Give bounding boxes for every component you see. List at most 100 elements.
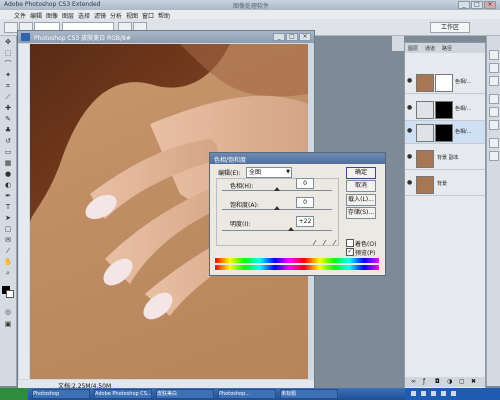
layer-row[interactable]: ● 色相/... <box>405 98 485 121</box>
tray-icon[interactable] <box>451 391 456 396</box>
actions-panel-icon[interactable] <box>489 151 499 161</box>
tray-icon[interactable] <box>441 391 446 396</box>
gradient-tool-icon[interactable]: ▦ <box>2 159 14 168</box>
doc-minimize-button[interactable]: _ <box>273 33 285 41</box>
adjustment-thumbnail <box>416 101 434 119</box>
preview-label: 预览(P) <box>355 250 376 257</box>
load-button[interactable]: 载入(L)... <box>346 194 376 206</box>
edit-select-value: 全图 <box>249 169 262 176</box>
crop-tool-icon[interactable]: ⌗ <box>2 82 14 91</box>
tray-icon[interactable] <box>411 391 416 396</box>
hue-slider-thumb[interactable] <box>274 187 280 191</box>
visibility-eye-icon[interactable]: ● <box>407 105 413 111</box>
lightness-input[interactable]: +22 <box>296 216 314 227</box>
tray-icon[interactable] <box>431 391 436 396</box>
brush-tool-icon[interactable]: ✎ <box>2 115 14 124</box>
trash-icon[interactable]: ✖ <box>471 378 476 385</box>
visibility-eye-icon[interactable]: ● <box>407 154 413 160</box>
pen-tool-icon[interactable]: ✒ <box>2 192 14 201</box>
eyedropper-plus-icon[interactable]: ⁄ <box>324 239 325 247</box>
background-color-swatch[interactable] <box>6 290 14 298</box>
tab-paths[interactable]: 路径 <box>442 45 452 52</box>
doc-maximize-button[interactable]: □ <box>286 33 298 41</box>
visibility-eye-icon[interactable]: ● <box>407 78 413 84</box>
histogram-panel-icon[interactable] <box>489 63 499 73</box>
layer-name: 背景 副本 <box>437 155 459 161</box>
dialog-titlebar[interactable]: 色相/饱和度 <box>210 153 385 164</box>
notes-tool-icon[interactable]: ✉ <box>2 236 14 245</box>
save-button[interactable]: 存储(S)... <box>346 207 376 219</box>
move-tool-icon[interactable]: ✥ <box>2 38 14 47</box>
taskbar-item[interactable]: 皮肤美白 <box>156 389 214 399</box>
magic-wand-icon[interactable]: ✦ <box>2 71 14 80</box>
quick-mask-icon[interactable]: ◎ <box>2 308 14 317</box>
new-layer-icon[interactable]: ▢ <box>459 378 465 385</box>
layer-mask-thumbnail <box>435 101 453 119</box>
tab-layers[interactable]: 图层 <box>408 45 418 52</box>
lightness-slider-track[interactable] <box>222 230 332 231</box>
info-panel-icon[interactable] <box>489 76 499 86</box>
adjustment-layer-icon[interactable]: ◑ <box>447 378 452 385</box>
vertical-ruler <box>19 44 29 379</box>
eraser-tool-icon[interactable]: ▭ <box>2 148 14 157</box>
link-layers-icon[interactable]: ∞ <box>411 378 416 385</box>
taskbar-item[interactable]: 未标题 <box>280 389 338 399</box>
visibility-eye-icon[interactable]: ● <box>407 128 413 134</box>
marquee-tool-icon[interactable]: ⬚ <box>2 49 14 58</box>
history-brush-icon[interactable]: ↺ <box>2 137 14 146</box>
start-button[interactable] <box>0 388 28 400</box>
taskbar-item[interactable]: Adobe Photoshop CS... <box>94 389 152 399</box>
path-select-icon[interactable]: ➤ <box>2 214 14 223</box>
eyedropper-icon[interactable]: ⁄ <box>2 247 14 256</box>
layer-row[interactable]: ● 背景 副本 <box>405 147 485 170</box>
visibility-eye-icon[interactable]: ● <box>407 180 413 186</box>
taskbar-item[interactable]: Photoshop... <box>218 389 276 399</box>
clone-stamp-icon[interactable]: ♣ <box>2 126 14 135</box>
maximize-button[interactable]: □ <box>471 1 483 9</box>
layer-style-icon[interactable]: ƒ <box>423 378 425 385</box>
workspace-button[interactable]: 工作区 <box>430 22 470 33</box>
type-tool-icon[interactable]: T <box>2 203 14 212</box>
preview-checkbox[interactable]: ✓ <box>346 248 354 256</box>
saturation-input[interactable]: 0 <box>296 197 314 208</box>
system-tray <box>405 388 500 400</box>
tab-channels[interactable]: 通道 <box>425 45 435 52</box>
blur-tool-icon[interactable]: ● <box>2 170 14 179</box>
color-panel-icon[interactable] <box>489 94 499 104</box>
slice-tool-icon[interactable]: ⟋ <box>2 93 14 102</box>
saturation-slider-thumb[interactable] <box>274 206 280 210</box>
ok-button[interactable]: 确定 <box>346 167 376 179</box>
minimize-button[interactable]: _ <box>458 1 470 9</box>
layers-panel-tabs: 图层 通道 路径 <box>405 43 485 53</box>
zoom-tool-icon[interactable]: ⌕ <box>2 269 14 278</box>
cancel-button[interactable]: 取消 <box>346 180 376 192</box>
toolbox: ✥ ⬚ ⌒ ✦ ⌗ ⟋ ✚ ✎ ♣ ↺ ▭ ▦ ● ◐ ✒ T ➤ ▢ ✉ ⁄ … <box>0 36 17 386</box>
navigator-panel-icon[interactable] <box>489 50 499 60</box>
eyedropper-minus-icon[interactable]: ⁄ <box>334 239 335 247</box>
tray-icon[interactable] <box>421 391 426 396</box>
hue-input[interactable]: 0 <box>296 178 314 189</box>
healing-brush-icon[interactable]: ✚ <box>2 104 14 113</box>
screen-mode-icon[interactable]: ▣ <box>2 320 14 329</box>
doc-close-button[interactable]: × <box>299 33 311 41</box>
lightness-slider-thumb[interactable] <box>288 227 294 231</box>
swatches-panel-icon[interactable] <box>489 107 499 117</box>
taskbar-item[interactable]: Photoshop <box>32 389 90 399</box>
layer-row[interactable]: ● 色相/... <box>405 71 485 94</box>
add-mask-icon[interactable]: ◘ <box>435 378 440 385</box>
close-button[interactable]: × <box>484 1 496 9</box>
panel-collapse-bar[interactable] <box>392 36 404 51</box>
layer-thumbnail <box>416 176 434 194</box>
edit-select[interactable]: 全图 ▼ <box>246 167 292 178</box>
layer-row-selected[interactable]: ● 色相/... <box>405 121 485 144</box>
layer-row[interactable]: ● 背景 <box>405 173 485 196</box>
colorize-checkbox[interactable] <box>346 239 354 247</box>
styles-panel-icon[interactable] <box>489 120 499 130</box>
hand-tool-icon[interactable]: ✋ <box>2 258 14 267</box>
tool-preset-picker[interactable] <box>4 22 18 33</box>
shape-tool-icon[interactable]: ▢ <box>2 225 14 234</box>
eyedropper-icon[interactable]: ⁄ <box>314 239 315 247</box>
history-panel-icon[interactable] <box>489 138 499 148</box>
lasso-tool-icon[interactable]: ⌒ <box>2 60 14 69</box>
dodge-tool-icon[interactable]: ◐ <box>2 181 14 190</box>
